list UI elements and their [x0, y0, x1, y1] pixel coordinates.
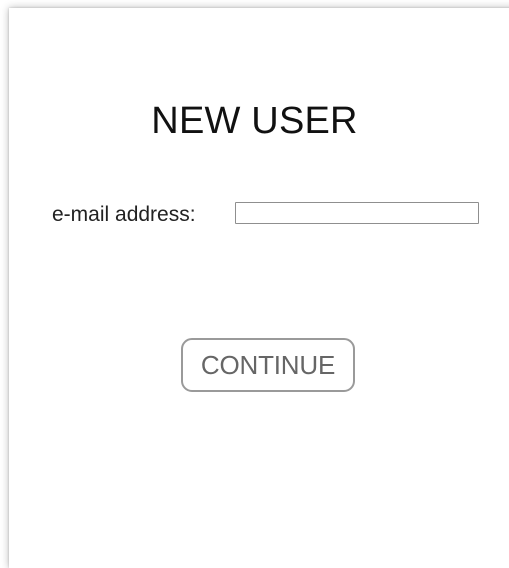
page-title: NEW USER	[151, 100, 358, 142]
continue-button[interactable]: CONTINUE	[181, 338, 355, 392]
new-user-panel	[9, 8, 509, 568]
email-field[interactable]	[235, 202, 479, 224]
email-label: e-mail address:	[52, 203, 196, 226]
